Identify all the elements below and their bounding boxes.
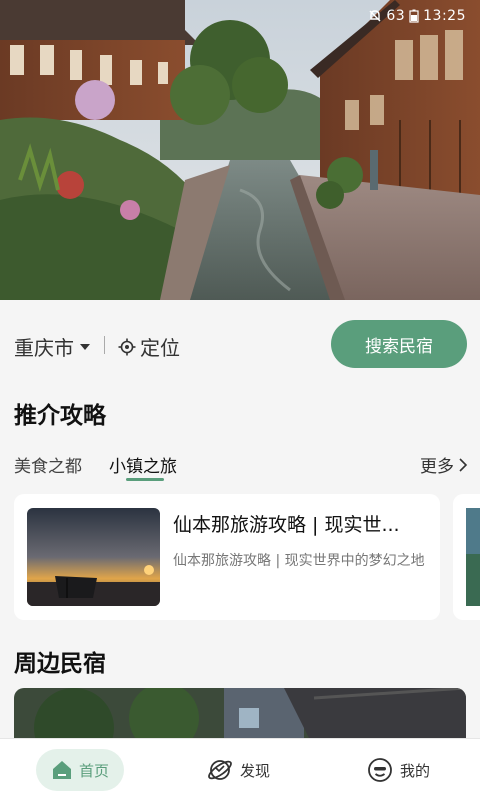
more-link[interactable]: 更多 — [420, 452, 468, 477]
guide-card[interactable]: 仙本那旅游攻略 | 现实世... 仙本那旅游攻略 | 现实世界中的梦幻之地 — [14, 494, 440, 620]
nav-home-label: 首页 — [78, 761, 109, 780]
smile-face-icon — [368, 758, 392, 782]
guide-card-title: 仙本那旅游攻略 | 现实世... — [173, 514, 400, 536]
search-homestay-button[interactable]: 搜索民宿 — [331, 320, 467, 368]
battery-icon — [409, 9, 419, 23]
active-tab-indicator — [126, 478, 164, 481]
nav-home[interactable]: 首页 — [36, 749, 124, 791]
nav-mine[interactable]: 我的 — [366, 749, 430, 791]
locate-label: 定位 — [140, 336, 180, 360]
city-label: 重庆市 — [14, 336, 74, 360]
tab-food-capital[interactable]: 美食之都 — [14, 452, 82, 477]
home-icon — [52, 761, 71, 779]
tab-town-trip[interactable]: 小镇之旅 — [109, 452, 177, 477]
location-row: 重庆市 定位 搜索民宿 — [0, 318, 480, 372]
divider — [104, 336, 105, 354]
nav-discover-label: 发现 — [240, 761, 271, 780]
guide-card-next-peek[interactable] — [453, 494, 480, 620]
battery-level: 63 — [386, 8, 406, 24]
locate-button[interactable]: 定位 — [118, 332, 180, 361]
clock: 13:25 — [423, 8, 466, 24]
nav-discover[interactable]: 发现 — [206, 749, 270, 791]
caret-down-icon — [80, 343, 90, 350]
more-label: 更多 — [420, 457, 454, 477]
nearby-section-title: 周边民宿 — [14, 651, 106, 677]
hero-image — [0, 0, 480, 300]
locate-target-icon — [118, 338, 136, 355]
city-selector[interactable]: 重庆市 — [14, 332, 90, 361]
planet-icon — [208, 760, 232, 780]
guides-section-title: 推介攻略 — [14, 403, 106, 429]
chevron-right-icon — [459, 457, 468, 472]
mute-bell-icon — [369, 10, 381, 22]
nav-mine-label: 我的 — [400, 761, 431, 780]
guide-card-description: 仙本那旅游攻略 | 现实世界中的梦幻之地 — [173, 553, 425, 569]
guide-card-thumbnail — [27, 508, 160, 606]
bottom-navigation: 首页 发现 我的 — [0, 738, 480, 800]
hero-banner[interactable]: 63 13:25 — [0, 0, 480, 300]
guide-tabs: 美食之都 小镇之旅 更多 — [14, 452, 470, 484]
status-bar: 63 13:25 — [368, 8, 466, 24]
